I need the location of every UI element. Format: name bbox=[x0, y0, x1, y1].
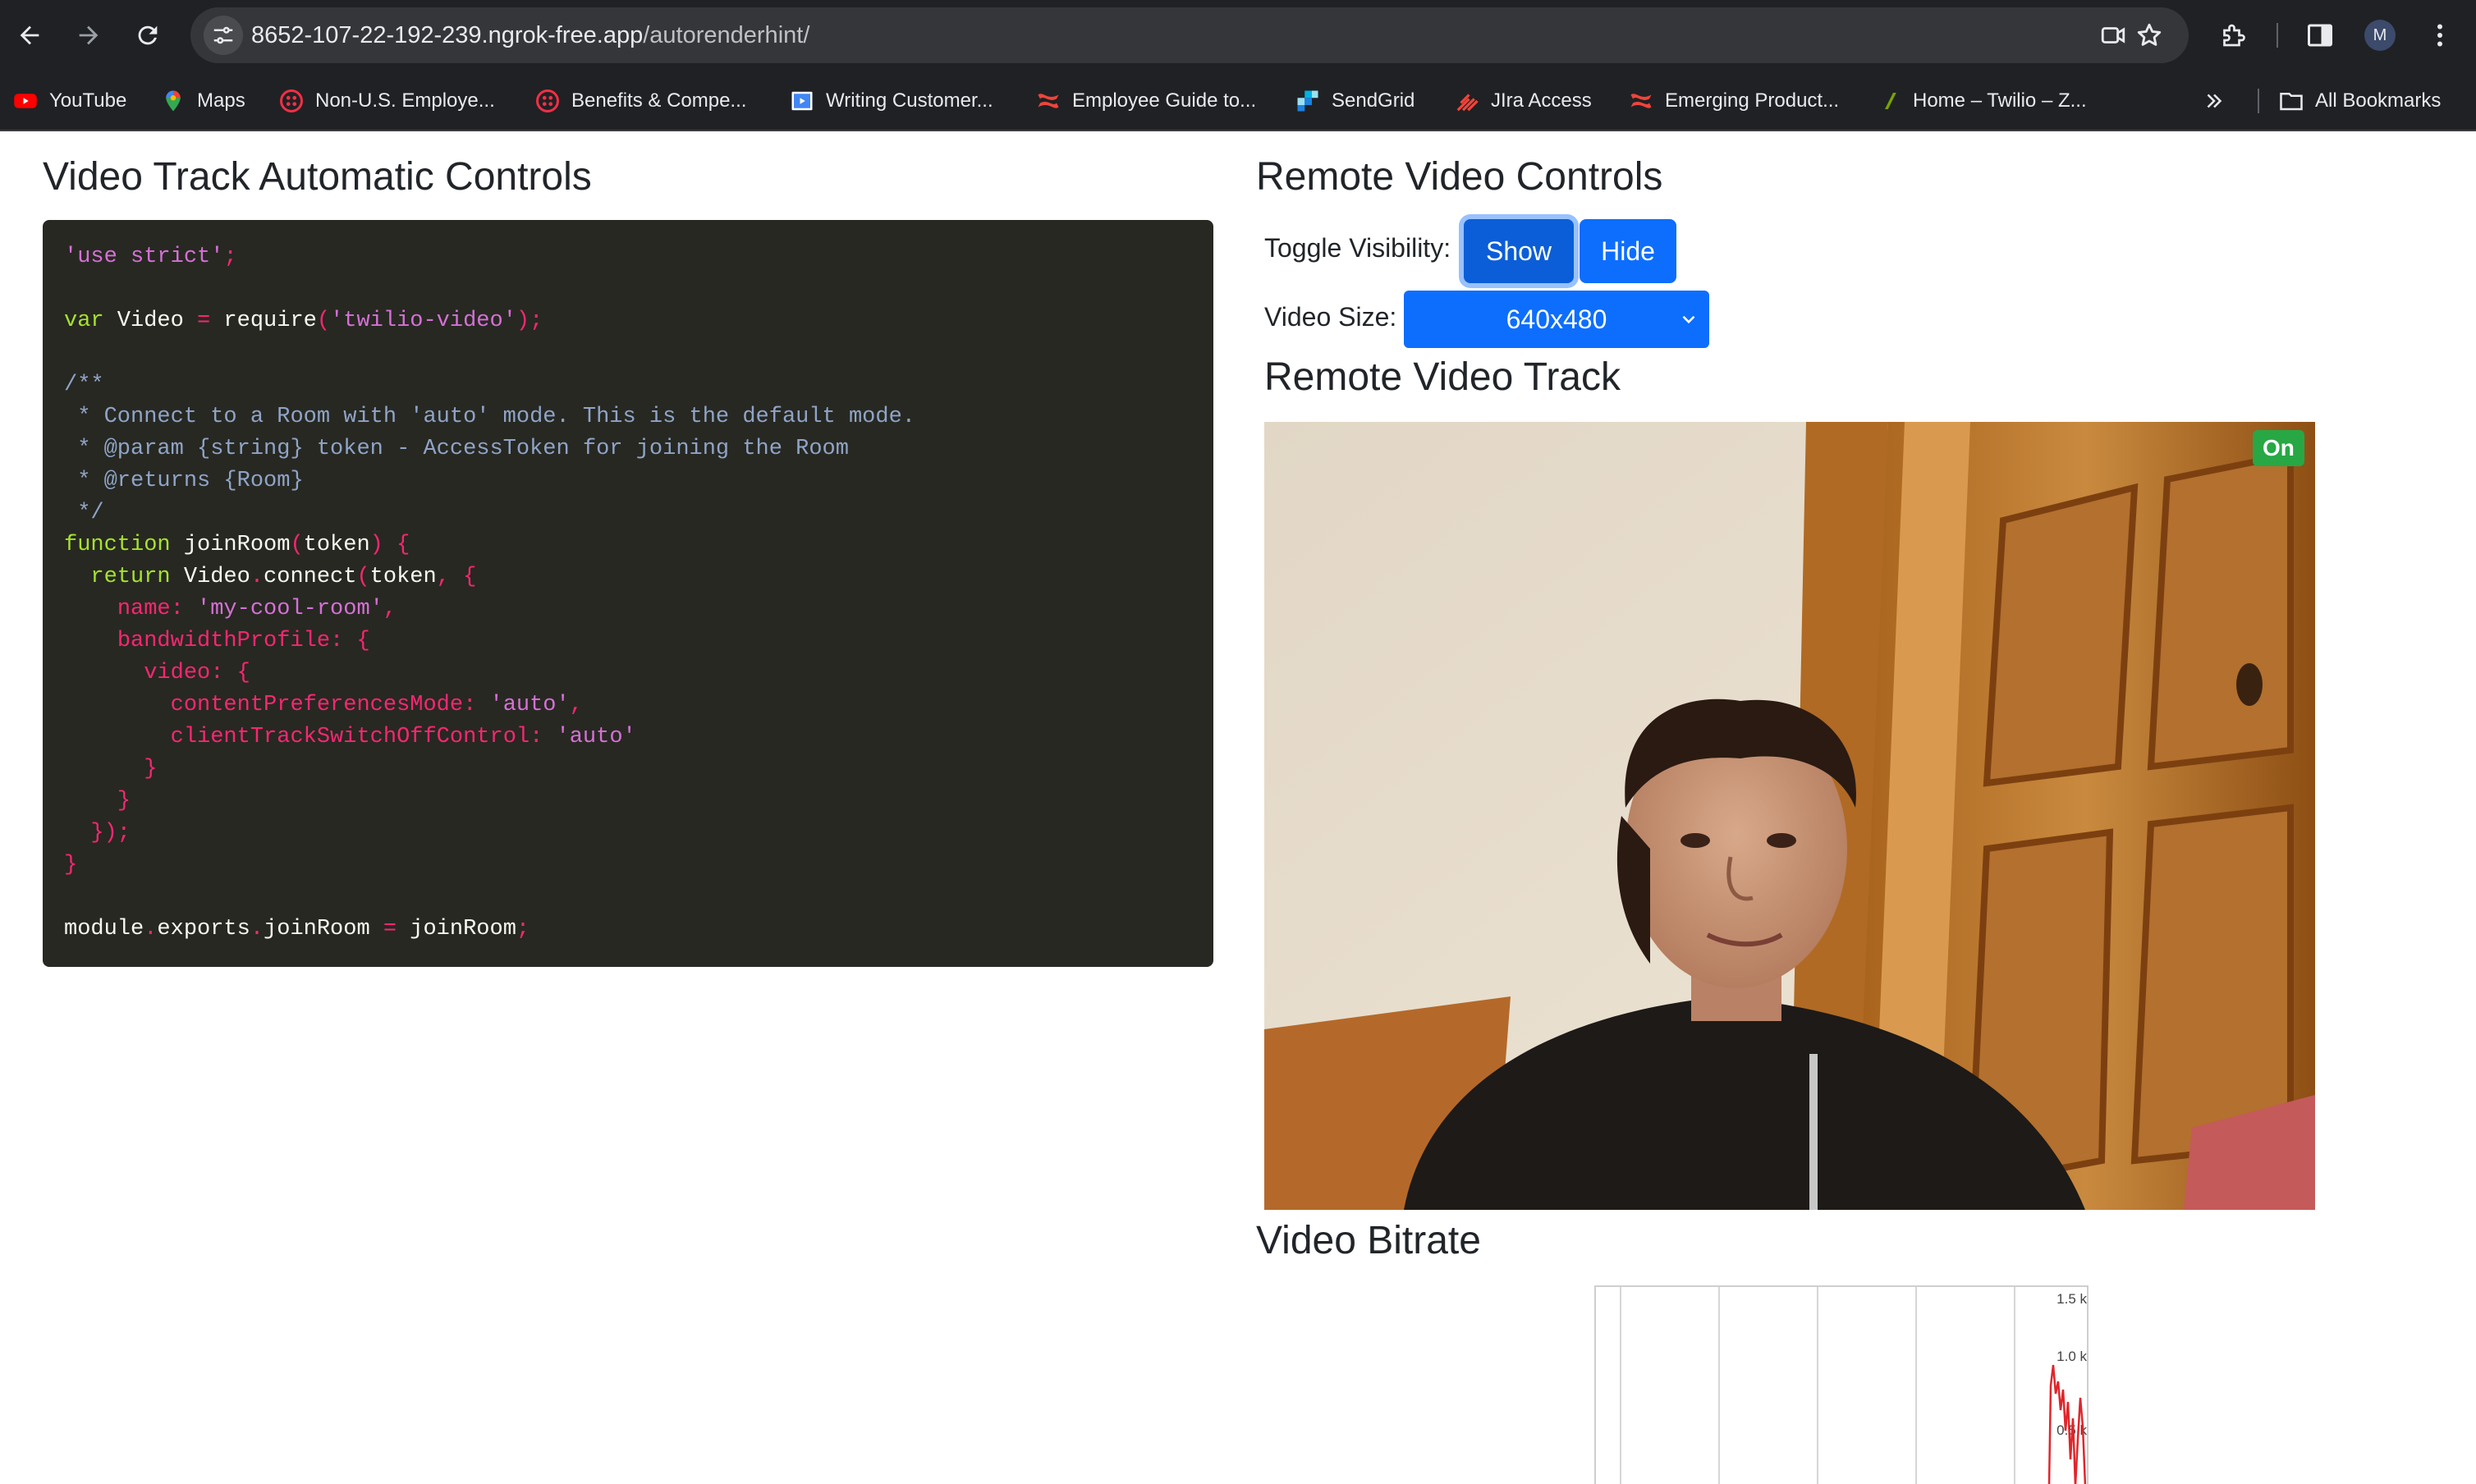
bookmark-label: Emerging Product... bbox=[1665, 89, 1840, 112]
url-text: 8652-107-22-192-239.ngrok-free.app/autor… bbox=[251, 7, 809, 63]
bookmark-label: JIra Access bbox=[1491, 89, 1592, 112]
show-button[interactable]: Show bbox=[1464, 219, 1574, 283]
youtube-icon bbox=[13, 89, 38, 113]
chevron-down-icon bbox=[1682, 315, 1695, 324]
graph-tick-label: 1.0 k bbox=[2056, 1349, 2087, 1364]
chrome-menu-button[interactable] bbox=[2422, 17, 2458, 53]
bookmark-emerging-product[interactable]: Emerging Product... bbox=[1629, 71, 1839, 131]
bookmark-label: Writing Customer... bbox=[826, 89, 993, 112]
more-bookmarks-button[interactable] bbox=[2202, 71, 2238, 131]
tune-icon bbox=[213, 26, 233, 44]
remote-track-title: Remote Video Track bbox=[1264, 355, 1621, 399]
confluence-icon bbox=[1036, 89, 1061, 113]
code-sample: 'use strict'; var Video = require('twili… bbox=[43, 220, 1213, 967]
forward-button[interactable] bbox=[69, 16, 108, 55]
toggle-visibility-label: Toggle Visibility: bbox=[1264, 233, 1451, 263]
bookmark-maps[interactable]: Maps bbox=[161, 71, 245, 131]
bookmark-label: All Bookmarks bbox=[2315, 89, 2442, 112]
twilio-icon bbox=[279, 89, 304, 113]
bookmark-home-twilio-zendesk[interactable]: Home – Twilio – Z... bbox=[1877, 71, 2087, 131]
folder-icon bbox=[2279, 89, 2304, 113]
track-status-badge: On bbox=[2253, 430, 2304, 466]
bookmark-writing-customer[interactable]: Writing Customer... bbox=[790, 71, 993, 131]
arrow-left-icon bbox=[20, 25, 39, 45]
double-chevron-right-icon bbox=[2202, 89, 2226, 113]
bookmark-label: Maps bbox=[197, 89, 245, 112]
more-vert-icon bbox=[2437, 24, 2442, 47]
controls-section-title: Remote Video Controls bbox=[1256, 155, 1663, 199]
video-size-select[interactable]: 640x480 bbox=[1404, 291, 1709, 348]
puzzle-icon bbox=[2223, 24, 2245, 47]
page-content: Video Track Automatic Controls 'use stri… bbox=[0, 131, 2476, 1484]
video-frame-illustration bbox=[1264, 422, 2315, 1210]
graph-tick-label: 1.5 k bbox=[2056, 1291, 2087, 1307]
site-info-button[interactable] bbox=[204, 16, 243, 55]
bookmarks-divider bbox=[2258, 89, 2259, 113]
bitrate-section-title: Video Bitrate bbox=[1256, 1219, 1481, 1262]
reload-icon bbox=[138, 25, 158, 45]
code-section-title: Video Track Automatic Controls bbox=[43, 155, 592, 199]
arrow-right-icon bbox=[79, 25, 99, 45]
bookmarks-bar: YouTube Maps Non-U.S. Employe... Benefit… bbox=[0, 71, 2476, 131]
bookmark-employee-guide[interactable]: Employee Guide to... bbox=[1036, 71, 1256, 131]
browser-toolbar: 8652-107-22-192-239.ngrok-free.app/autor… bbox=[0, 0, 2476, 71]
all-bookmarks-button[interactable]: All Bookmarks bbox=[2279, 71, 2441, 131]
confluence-icon bbox=[1629, 89, 1653, 113]
video-camera-icon bbox=[2101, 27, 2125, 44]
bookmark-sendgrid[interactable]: SendGrid bbox=[1295, 71, 1415, 131]
extensions-button[interactable] bbox=[2215, 17, 2251, 53]
remote-video bbox=[1264, 422, 2315, 1210]
bookmark-label: YouTube bbox=[49, 89, 127, 112]
bookmark-label: Home – Twilio – Z... bbox=[1913, 89, 2087, 112]
url-host: 8652-107-22-192-239.ngrok-free.app bbox=[251, 22, 644, 48]
side-panel-button[interactable] bbox=[2302, 17, 2338, 53]
sendgrid-icon bbox=[1295, 89, 1320, 113]
bookmark-jira-access[interactable]: JIra Access bbox=[1455, 71, 1592, 131]
bookmark-non-us-employee[interactable]: Non-U.S. Employe... bbox=[279, 71, 495, 131]
maps-pin-icon bbox=[161, 89, 186, 113]
star-icon bbox=[2137, 23, 2162, 46]
bookmark-benefits[interactable]: Benefits & Compe... bbox=[535, 71, 746, 131]
bookmark-youtube[interactable]: YouTube bbox=[13, 71, 126, 131]
address-bar[interactable]: 8652-107-22-192-239.ngrok-free.app/autor… bbox=[190, 7, 2189, 63]
twilio-icon bbox=[535, 89, 560, 113]
url-path: /autorenderhint/ bbox=[643, 22, 810, 48]
bookmark-label: Non-U.S. Employe... bbox=[315, 89, 495, 112]
toolbar-divider bbox=[2277, 23, 2278, 48]
camera-indicator[interactable] bbox=[2097, 19, 2130, 52]
zendesk-icon bbox=[1877, 89, 1901, 113]
profile-avatar[interactable]: M bbox=[2364, 20, 2396, 51]
hide-button[interactable]: Hide bbox=[1580, 219, 1676, 283]
reload-button[interactable] bbox=[128, 16, 167, 55]
video-size-value: 640x480 bbox=[1506, 304, 1607, 334]
bookmark-star-button[interactable] bbox=[2133, 19, 2166, 52]
code-text: 'use strict'; var Video = require('twili… bbox=[64, 245, 915, 941]
video-doc-icon bbox=[790, 89, 814, 113]
side-panel-icon bbox=[2308, 24, 2332, 47]
jira-icon bbox=[1455, 89, 1479, 113]
bookmark-label: Benefits & Compe... bbox=[571, 89, 747, 112]
bookmark-label: SendGrid bbox=[1332, 89, 1415, 112]
back-button[interactable] bbox=[10, 16, 49, 55]
video-size-label: Video Size: bbox=[1264, 302, 1397, 332]
bookmark-label: Employee Guide to... bbox=[1072, 89, 1257, 112]
bitrate-graph-canvas: 1.5 k 1.0 k 0.5 k bbox=[1620, 1287, 2087, 1484]
bitrate-graph: 1.5 k 1.0 k 0.5 k bbox=[1594, 1285, 2089, 1484]
